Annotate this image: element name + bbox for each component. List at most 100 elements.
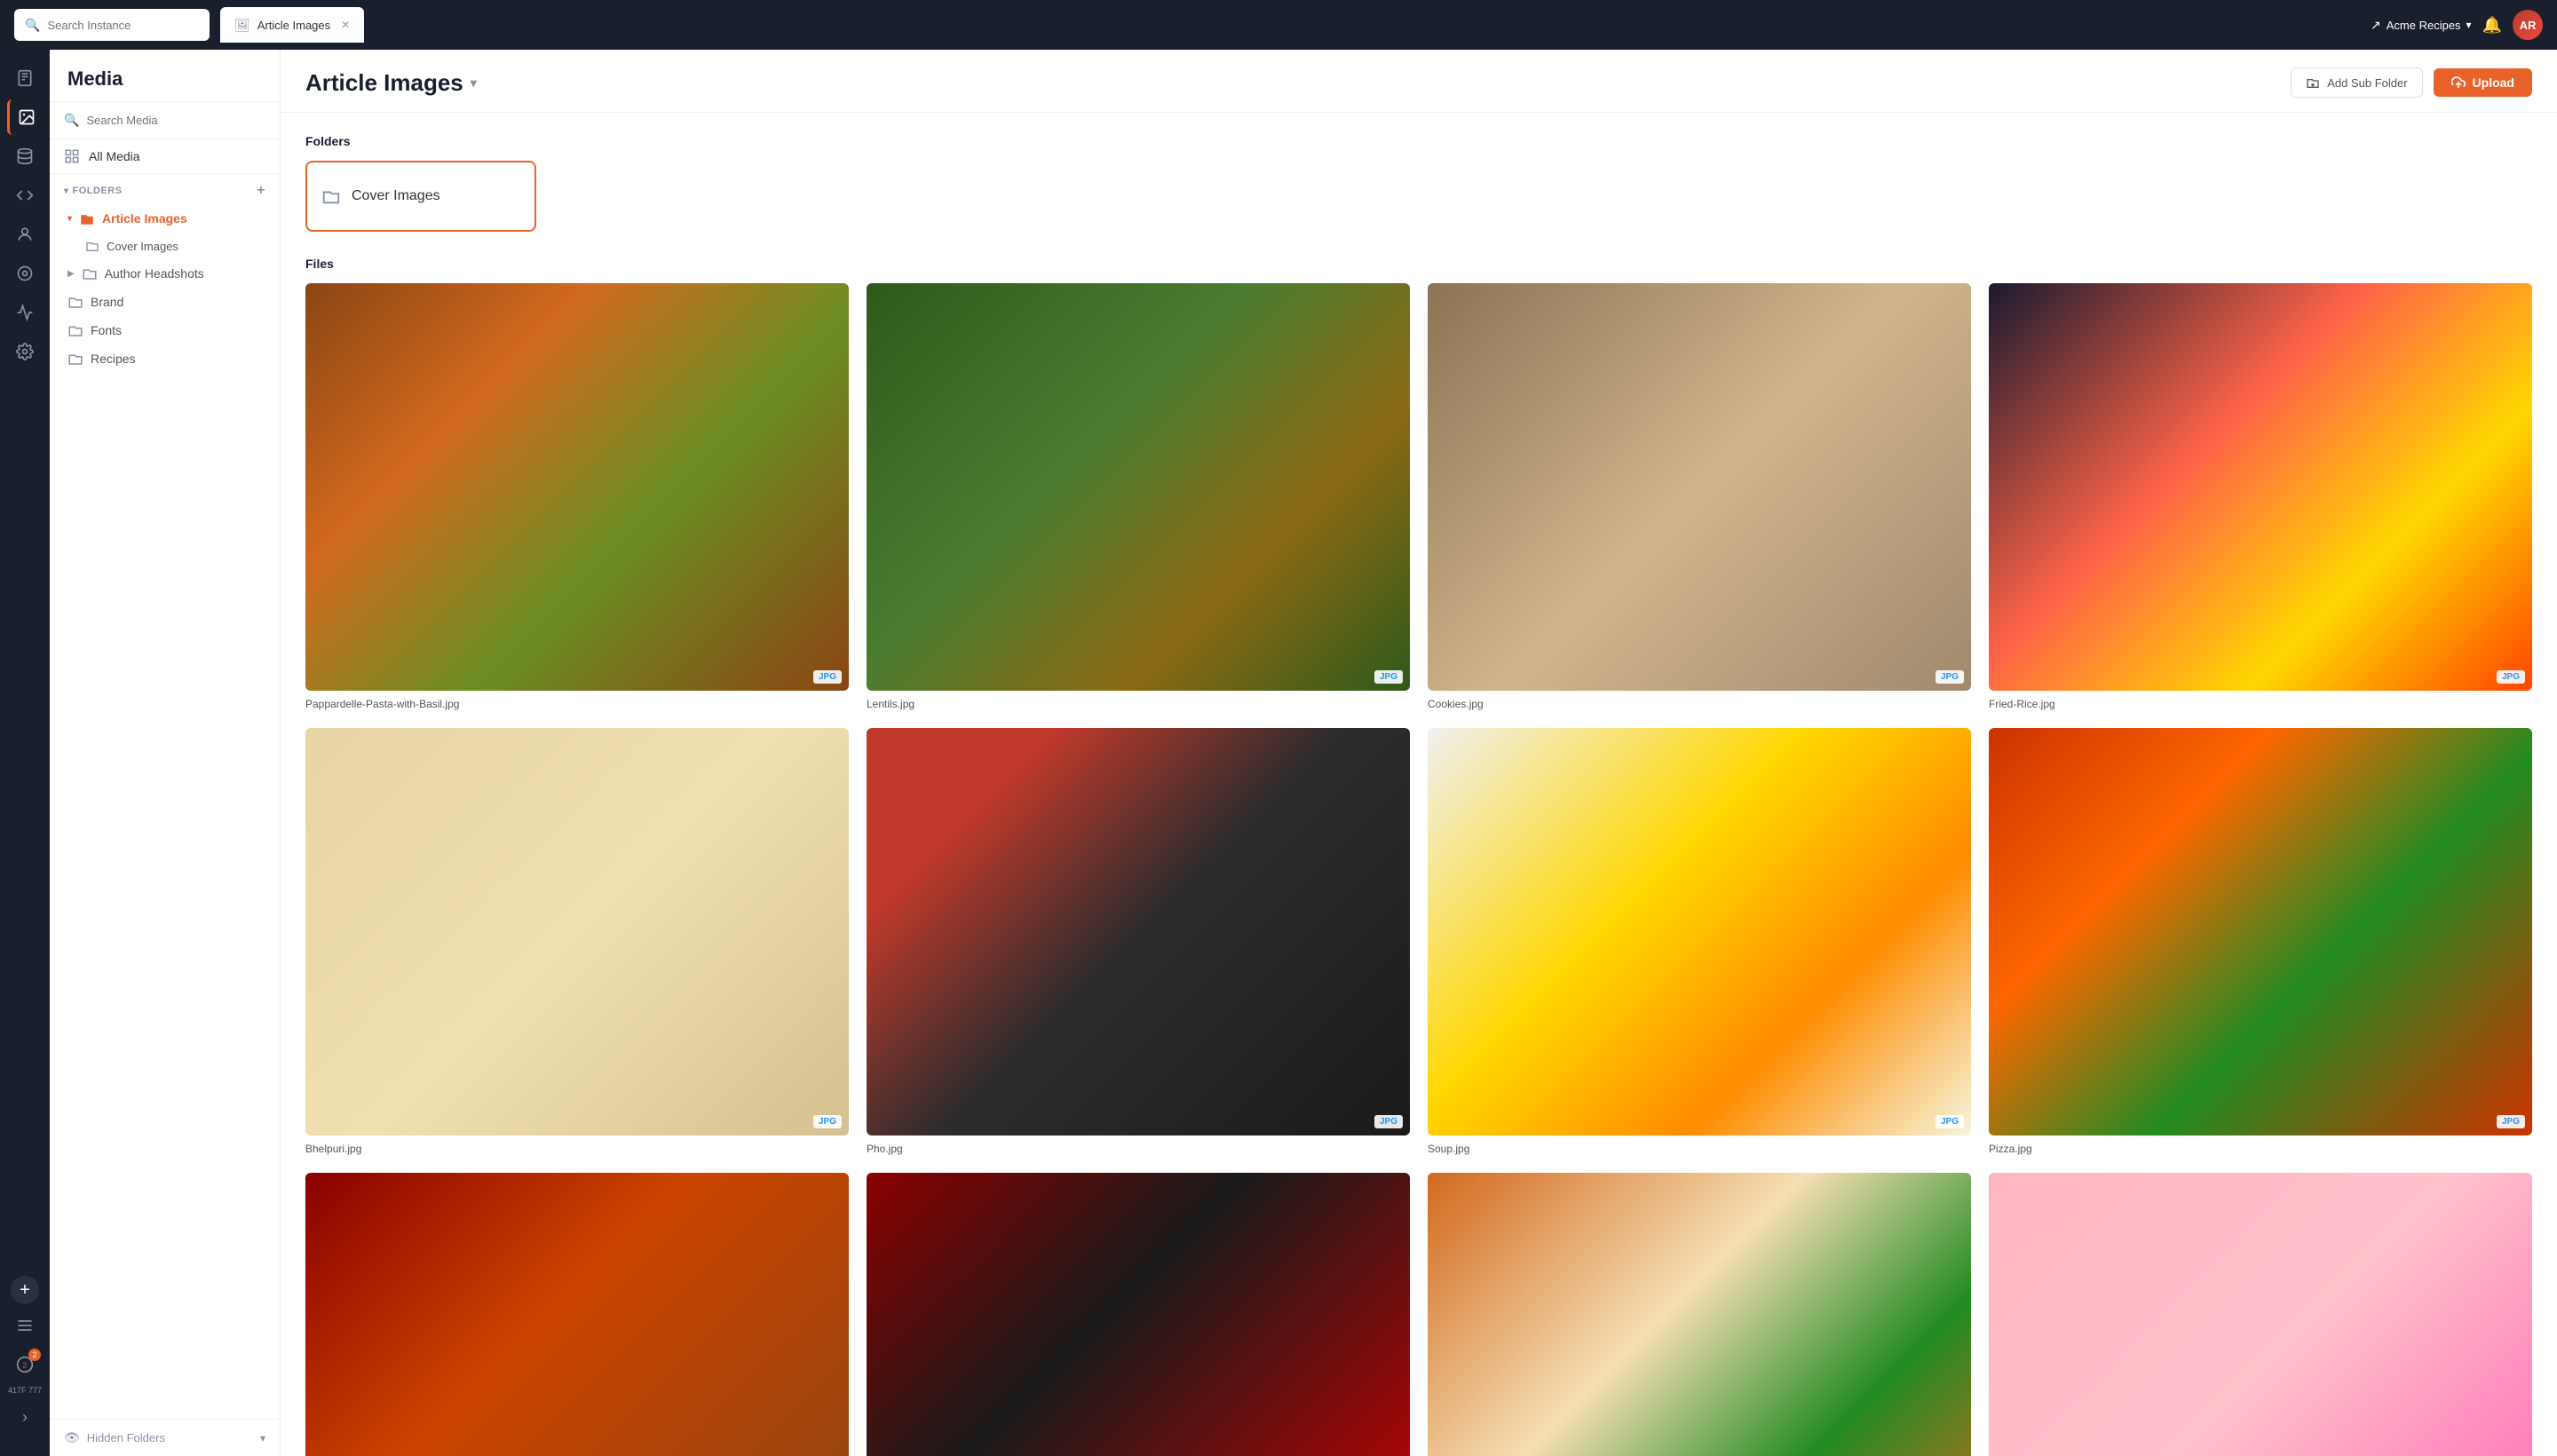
tab-bar: 🖼 Article Images ✕: [220, 7, 2360, 43]
folder-brand-label: Brand: [91, 295, 123, 309]
file-card[interactable]: JPGChili.jpg: [867, 1173, 1410, 1456]
tab-close-icon[interactable]: ✕: [341, 19, 350, 31]
folders-label: ▾ FOLDERS: [64, 186, 123, 196]
sidebar: Media 🔍 All Media ▾ FOLDERS + ▾ Article …: [50, 50, 281, 1456]
nav-icon-database[interactable]: [7, 138, 43, 174]
content-header: Article Images ▾ Add Sub Folder Upload: [281, 50, 2557, 113]
folder-chevron-down-icon: ▾: [67, 214, 72, 224]
file-thumbnail: JPG: [1989, 283, 2532, 691]
file-thumbnail: JPG: [1428, 1173, 1971, 1456]
hidden-folders-toggle[interactable]: 👁 Hidden Folders ▾: [50, 1419, 280, 1456]
file-card[interactable]: JPG Pizza.jpg: [1989, 728, 2532, 1155]
file-name: Soup.jpg: [1428, 1143, 1971, 1155]
file-name: Lentils.jpg: [867, 698, 1410, 710]
file-name: Fried-Rice.jpg: [1989, 698, 2532, 710]
folder-cover-images-label: Cover Images: [107, 240, 178, 253]
file-name: Bhelpuri.jpg: [305, 1143, 849, 1155]
content-title-container: Article Images ▾: [305, 69, 477, 97]
file-card[interactable]: JPG Fried-Rice.jpg: [1989, 283, 2532, 710]
upload-button[interactable]: Upload: [2434, 68, 2532, 97]
instance-name[interactable]: ↗ Acme Recipes ▾: [2371, 18, 2472, 33]
file-card[interactable]: JPGSoup.jpg: [1428, 728, 1971, 1155]
topbar: 🔍 🖼 Article Images ✕ ↗ Acme Recipes ▾ 🔔 …: [0, 0, 2557, 50]
file-name: Pappardelle-Pasta-with-Basil.jpg: [305, 698, 849, 710]
subfolder-card-cover-images[interactable]: Cover Images: [305, 161, 536, 232]
hidden-folders-label: Hidden Folders: [87, 1431, 165, 1444]
eye-icon: 👁: [64, 1430, 80, 1445]
topbar-right: ↗ Acme Recipes ▾ 🔔 AR: [2371, 10, 2543, 40]
file-thumbnail: JPG: [1989, 728, 2532, 1136]
nav-icon-chart[interactable]: [7, 295, 43, 330]
notification-button[interactable]: 🔔: [2482, 16, 2502, 35]
sidebar-item-cover-images[interactable]: Cover Images: [50, 233, 280, 259]
nav-icon-gear[interactable]: [7, 334, 43, 369]
file-type-badge: JPG: [813, 670, 842, 684]
add-subfolder-button[interactable]: Add Sub Folder: [2291, 67, 2422, 98]
hidden-folders-chevron-icon: ▾: [260, 1432, 265, 1444]
nav-icon-expand[interactable]: ›: [7, 1399, 43, 1435]
sidebar-search-container: 🔍: [50, 102, 280, 139]
folder-open-icon: [79, 210, 95, 226]
sidebar-item-article-images[interactable]: ▾ Article Images: [50, 204, 280, 233]
file-card[interactable]: JPG Cookies.jpg: [1428, 283, 1971, 710]
sidebar-item-fonts[interactable]: Fonts: [50, 316, 280, 344]
file-card[interactable]: JPGPho.jpg: [867, 728, 1410, 1155]
grid-icon: [64, 148, 80, 164]
file-type-badge: JPG: [813, 1115, 842, 1128]
files-grid: JPGPappardelle-Pasta-with-Basil.jpgJPGLe…: [305, 283, 2532, 1456]
sidebar-search-icon: 🔍: [64, 113, 79, 128]
file-card[interactable]: JPGLentils.jpg: [867, 283, 1410, 710]
file-card[interactable]: JPGBurger.jpg: [1428, 1173, 1971, 1456]
all-media-label: All Media: [89, 149, 140, 163]
folders-chevron-down-icon: ▾: [64, 186, 69, 196]
sidebar-all-media[interactable]: All Media: [50, 139, 280, 174]
search-instance-input[interactable]: [47, 19, 199, 32]
file-card[interactable]: JPGCurry.jpg: [305, 1173, 849, 1456]
file-card[interactable]: JPGCupcake.jpg: [1989, 1173, 2532, 1456]
subfolders-grid: Cover Images: [305, 161, 2532, 232]
folder-chevron-right-icon: ▶: [67, 269, 75, 279]
title-chevron-icon[interactable]: ▾: [471, 75, 477, 91]
file-card[interactable]: JPG Bhelpuri.jpg: [305, 728, 849, 1155]
folder-icon-headshots: [82, 265, 98, 281]
folder-article-images-label: Article Images: [102, 211, 187, 226]
avatar[interactable]: AR: [2513, 10, 2543, 40]
content-scroll: Folders Cover Images Files JPGPappardell…: [281, 113, 2557, 1456]
folder-icon-recipes: [67, 351, 83, 367]
sidebar-item-author-headshots[interactable]: ▶ Author Headshots: [50, 259, 280, 288]
files-section-label: Files: [305, 257, 2532, 271]
upload-icon: [2451, 75, 2466, 90]
subfolder-card-icon: [321, 186, 341, 206]
tab-article-images[interactable]: 🖼 Article Images ✕: [220, 7, 364, 43]
file-thumbnail: JPG: [867, 1173, 1410, 1456]
file-thumbnail: JPG: [1428, 283, 1971, 691]
content-actions: Add Sub Folder Upload: [2291, 67, 2532, 98]
file-name: Pizza.jpg: [1989, 1143, 2532, 1155]
page-title: Article Images: [305, 69, 463, 97]
folder-icon-fonts: [67, 322, 83, 338]
file-name: Cookies.jpg: [1428, 698, 1971, 710]
subfolder-card-name: Cover Images: [352, 188, 440, 204]
nav-icon-person[interactable]: [7, 217, 43, 252]
svg-text:2: 2: [23, 1361, 28, 1370]
nav-icon-list[interactable]: [7, 1308, 43, 1343]
nav-icon-code[interactable]: [7, 178, 43, 213]
folder-fonts-label: Fonts: [91, 323, 122, 337]
folders-section-header: ▾ FOLDERS +: [50, 174, 280, 204]
add-folder-button[interactable]: +: [257, 183, 265, 199]
sidebar-item-recipes[interactable]: Recipes: [50, 344, 280, 373]
nav-icon-media[interactable]: [7, 99, 43, 135]
nav-icon-document[interactable]: [7, 60, 43, 96]
sidebar-title: Media: [50, 50, 280, 102]
file-thumbnail: JPG: [867, 728, 1410, 1136]
search-instance-container: 🔍: [14, 9, 210, 41]
file-card[interactable]: JPG Pappardelle-Pasta-with-Basil.jpg: [305, 283, 849, 710]
file-thumbnail: JPG: [305, 283, 849, 691]
nav-icon-badge[interactable]: 2 2: [7, 1347, 43, 1382]
sidebar-search-input[interactable]: [86, 114, 265, 127]
nav-icon-settings-circle[interactable]: [7, 256, 43, 291]
nav-icon-add[interactable]: +: [11, 1276, 39, 1304]
sidebar-item-brand[interactable]: Brand: [50, 288, 280, 316]
nav-icons: + 2 2 417F 777 ›: [0, 50, 50, 1456]
file-type-badge: JPG: [2497, 670, 2525, 684]
